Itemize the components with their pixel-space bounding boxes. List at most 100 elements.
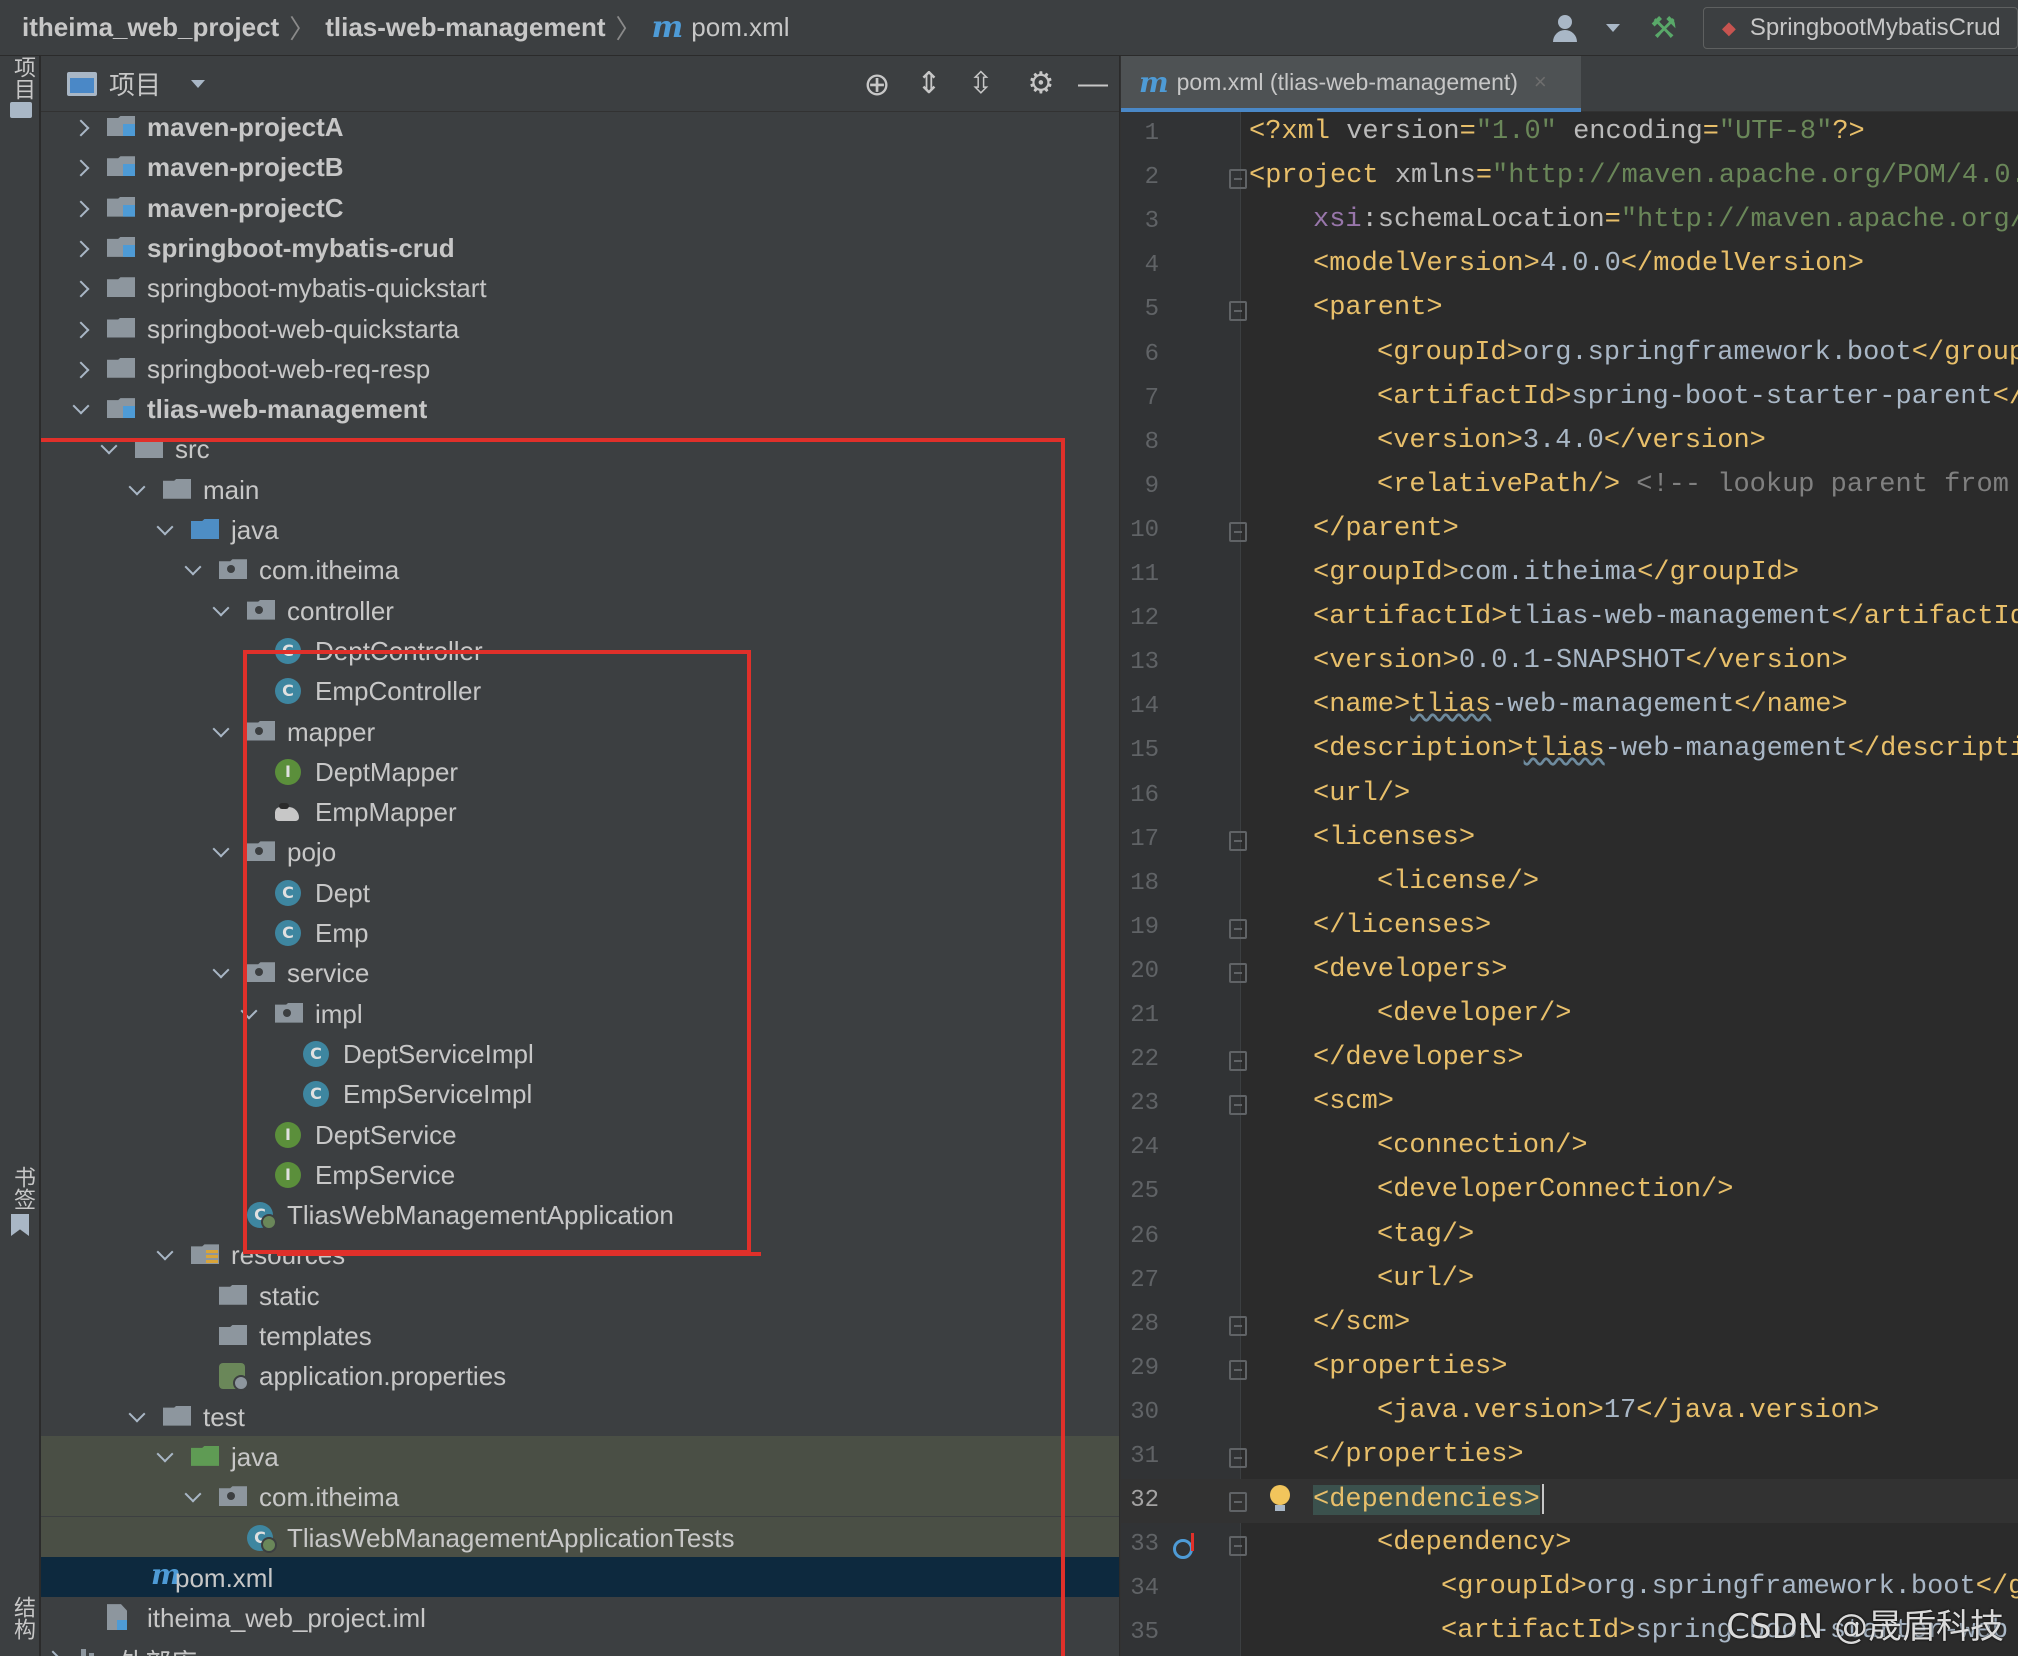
fold-marker-icon[interactable] — [1229, 1359, 1247, 1380]
tree-node-java[interactable]: java — [41, 1435, 1119, 1476]
line-number[interactable]: 11 — [1121, 561, 1159, 588]
tree-node-maven-projectc[interactable]: maven-projectC — [41, 187, 1119, 227]
chevron-down-icon[interactable] — [213, 604, 229, 620]
tree-node-static[interactable]: static — [41, 1275, 1119, 1315]
line-number[interactable]: 2 — [1121, 164, 1159, 191]
run-configuration-selector[interactable]: ◆ SpringbootMybatisCrud — [1703, 7, 2018, 49]
code-editor[interactable]: m pom.xml (tlias-web-management) × 1 <?xm… — [1120, 56, 2018, 1656]
project-view-title[interactable]: 项目 — [109, 65, 161, 102]
chevron-down-icon[interactable] — [1606, 24, 1621, 32]
code-line[interactable]: 11 <groupId>com.itheima</groupId> — [1121, 553, 2018, 597]
bookmark-icon[interactable] — [11, 1214, 29, 1236]
tree-node-deptcontroller[interactable]: C DeptController — [41, 630, 1119, 670]
tree-node-main[interactable]: main — [41, 469, 1119, 509]
line-number[interactable]: 9 — [1121, 473, 1159, 500]
line-number[interactable]: 1 — [1121, 120, 1159, 147]
bookmarks-tool-button[interactable]: 书签 — [6, 1166, 38, 1210]
tree-node-dept[interactable]: C Dept — [41, 872, 1119, 912]
line-number[interactable]: 28 — [1121, 1311, 1159, 1338]
chevron-down-icon[interactable] — [213, 845, 229, 861]
chevron-right-icon[interactable] — [73, 322, 89, 338]
breadcrumb-project[interactable]: itheima_web_project — [22, 12, 279, 43]
line-number[interactable]: 6 — [1121, 341, 1159, 368]
line-number[interactable]: 7 — [1121, 385, 1159, 412]
line-number[interactable]: 26 — [1121, 1223, 1159, 1250]
fold-marker-icon[interactable] — [1229, 1095, 1247, 1116]
code-line[interactable]: 31 </properties> — [1121, 1435, 2018, 1479]
tree-node-empcontroller[interactable]: C EmpController — [41, 670, 1119, 710]
minimize-icon[interactable]: — — [1067, 56, 1119, 112]
tree-node-java[interactable]: java — [41, 509, 1119, 549]
chevron-down-icon[interactable] — [185, 1490, 201, 1506]
code-line[interactable]: 15 <description>tlias-web-management</des… — [1121, 729, 2018, 773]
tree-node-itheima-web-project-iml[interactable]: itheima_web_project.iml — [41, 1597, 1119, 1637]
chevron-down-icon[interactable] — [241, 1007, 257, 1023]
breadcrumb-file[interactable]: pom.xml — [691, 12, 789, 43]
line-number[interactable]: 30 — [1121, 1399, 1159, 1426]
line-number[interactable]: 21 — [1121, 1002, 1159, 1029]
editor-tab-pom[interactable]: m pom.xml (tlias-web-management) × — [1121, 56, 1581, 112]
tree-node-item[interactable]: 外部库 — [41, 1637, 1119, 1656]
code-line[interactable]: 19 </licenses> — [1121, 906, 2018, 950]
line-number[interactable]: 20 — [1121, 958, 1159, 985]
code-line[interactable]: 14 <name>tlias-web-management</name> — [1121, 685, 2018, 729]
chevron-down-icon[interactable] — [157, 1450, 173, 1466]
code-line[interactable]: 21 <developer/> — [1121, 994, 2018, 1038]
intention-bulb-icon[interactable] — [1269, 1485, 1291, 1513]
fold-marker-icon[interactable] — [1229, 830, 1247, 851]
tree-node-src[interactable]: src — [41, 428, 1119, 468]
line-number[interactable]: 31 — [1121, 1443, 1159, 1470]
tree-node-springboot-web-quickstarta[interactable]: springboot-web-quickstarta — [41, 308, 1119, 348]
chevron-down-icon[interactable] — [101, 442, 117, 458]
chevron-down-icon[interactable] — [191, 79, 206, 88]
code-line[interactable]: 18 <license/> — [1121, 862, 2018, 906]
tree-node-maven-projectb[interactable]: maven-projectB — [41, 146, 1119, 186]
fold-marker-icon[interactable] — [1229, 1051, 1247, 1072]
chevron-down-icon[interactable] — [213, 966, 229, 982]
code-line[interactable]: 29 <properties> — [1121, 1347, 2018, 1391]
line-number[interactable]: 24 — [1121, 1134, 1159, 1161]
fold-marker-icon[interactable] — [1229, 169, 1247, 190]
code-line[interactable]: 16 <url/> — [1121, 774, 2018, 818]
chevron-right-icon[interactable] — [73, 120, 89, 136]
code-line[interactable]: 24 <connection/> — [1121, 1126, 2018, 1170]
chevron-down-icon[interactable] — [157, 1248, 173, 1264]
chevron-right-icon[interactable] — [73, 201, 89, 217]
code-line[interactable]: 28 </scm> — [1121, 1303, 2018, 1347]
code-line[interactable]: 6 <groupId>org.springframework.boot</grou… — [1121, 333, 2018, 377]
project-tool-button[interactable]: 项目 — [6, 56, 38, 100]
code-line[interactable]: 17 <licenses> — [1121, 818, 2018, 862]
code-line[interactable]: 7 <artifactId>spring-boot-starter-parent<… — [1121, 377, 2018, 421]
tree-node-application-properties[interactable]: application.properties — [41, 1355, 1119, 1395]
fold-marker-icon[interactable] — [1229, 1448, 1247, 1468]
code-line[interactable]: 32 <dependencies> — [1121, 1479, 2018, 1524]
close-icon[interactable]: × — [1534, 69, 1547, 95]
code-line[interactable]: 12 <artifactId>tlias-web-management</arti… — [1121, 597, 2018, 641]
tree-node-impl[interactable]: impl — [41, 993, 1119, 1033]
chevron-down-icon[interactable] — [73, 402, 89, 418]
tree-node-pom-xml[interactable]: m pom.xml — [41, 1556, 1119, 1597]
chevron-right-icon[interactable] — [73, 281, 89, 297]
line-number[interactable]: 12 — [1121, 605, 1159, 632]
line-number[interactable]: 13 — [1121, 649, 1159, 676]
line-number[interactable]: 10 — [1121, 517, 1159, 544]
line-number[interactable]: 17 — [1121, 826, 1159, 853]
code-line[interactable]: 10 </parent> — [1121, 509, 2018, 553]
fold-marker-icon[interactable] — [1229, 918, 1247, 939]
chevron-down-icon[interactable] — [129, 1410, 145, 1426]
tree-node-maven-projecta[interactable]: maven-projectA — [41, 106, 1119, 146]
code-line[interactable]: 13 <version>0.0.1-SNAPSHOT</version> — [1121, 641, 2018, 685]
tree-node-deptservice[interactable]: I DeptService — [41, 1114, 1119, 1154]
tree-node-deptmapper[interactable]: I DeptMapper — [41, 751, 1119, 791]
tree-node-service[interactable]: service — [41, 952, 1119, 992]
expand-all-icon[interactable]: ⇕ — [903, 56, 955, 112]
tree-node-tlias-web-management[interactable]: tlias-web-management — [41, 388, 1119, 428]
collapse-all-icon[interactable]: ⇳ — [955, 56, 1007, 112]
tree-node-mapper[interactable]: mapper — [41, 711, 1119, 751]
line-number[interactable]: 35 — [1121, 1619, 1159, 1646]
chevron-right-icon[interactable] — [73, 362, 89, 378]
fold-marker-icon[interactable] — [1229, 1315, 1247, 1336]
tree-node-tliaswebmanagementapplication[interactable]: C TliasWebManagementApplication — [41, 1194, 1119, 1234]
line-number[interactable]: 29 — [1121, 1355, 1159, 1382]
code-line[interactable]: 25 <developerConnection/> — [1121, 1170, 2018, 1214]
